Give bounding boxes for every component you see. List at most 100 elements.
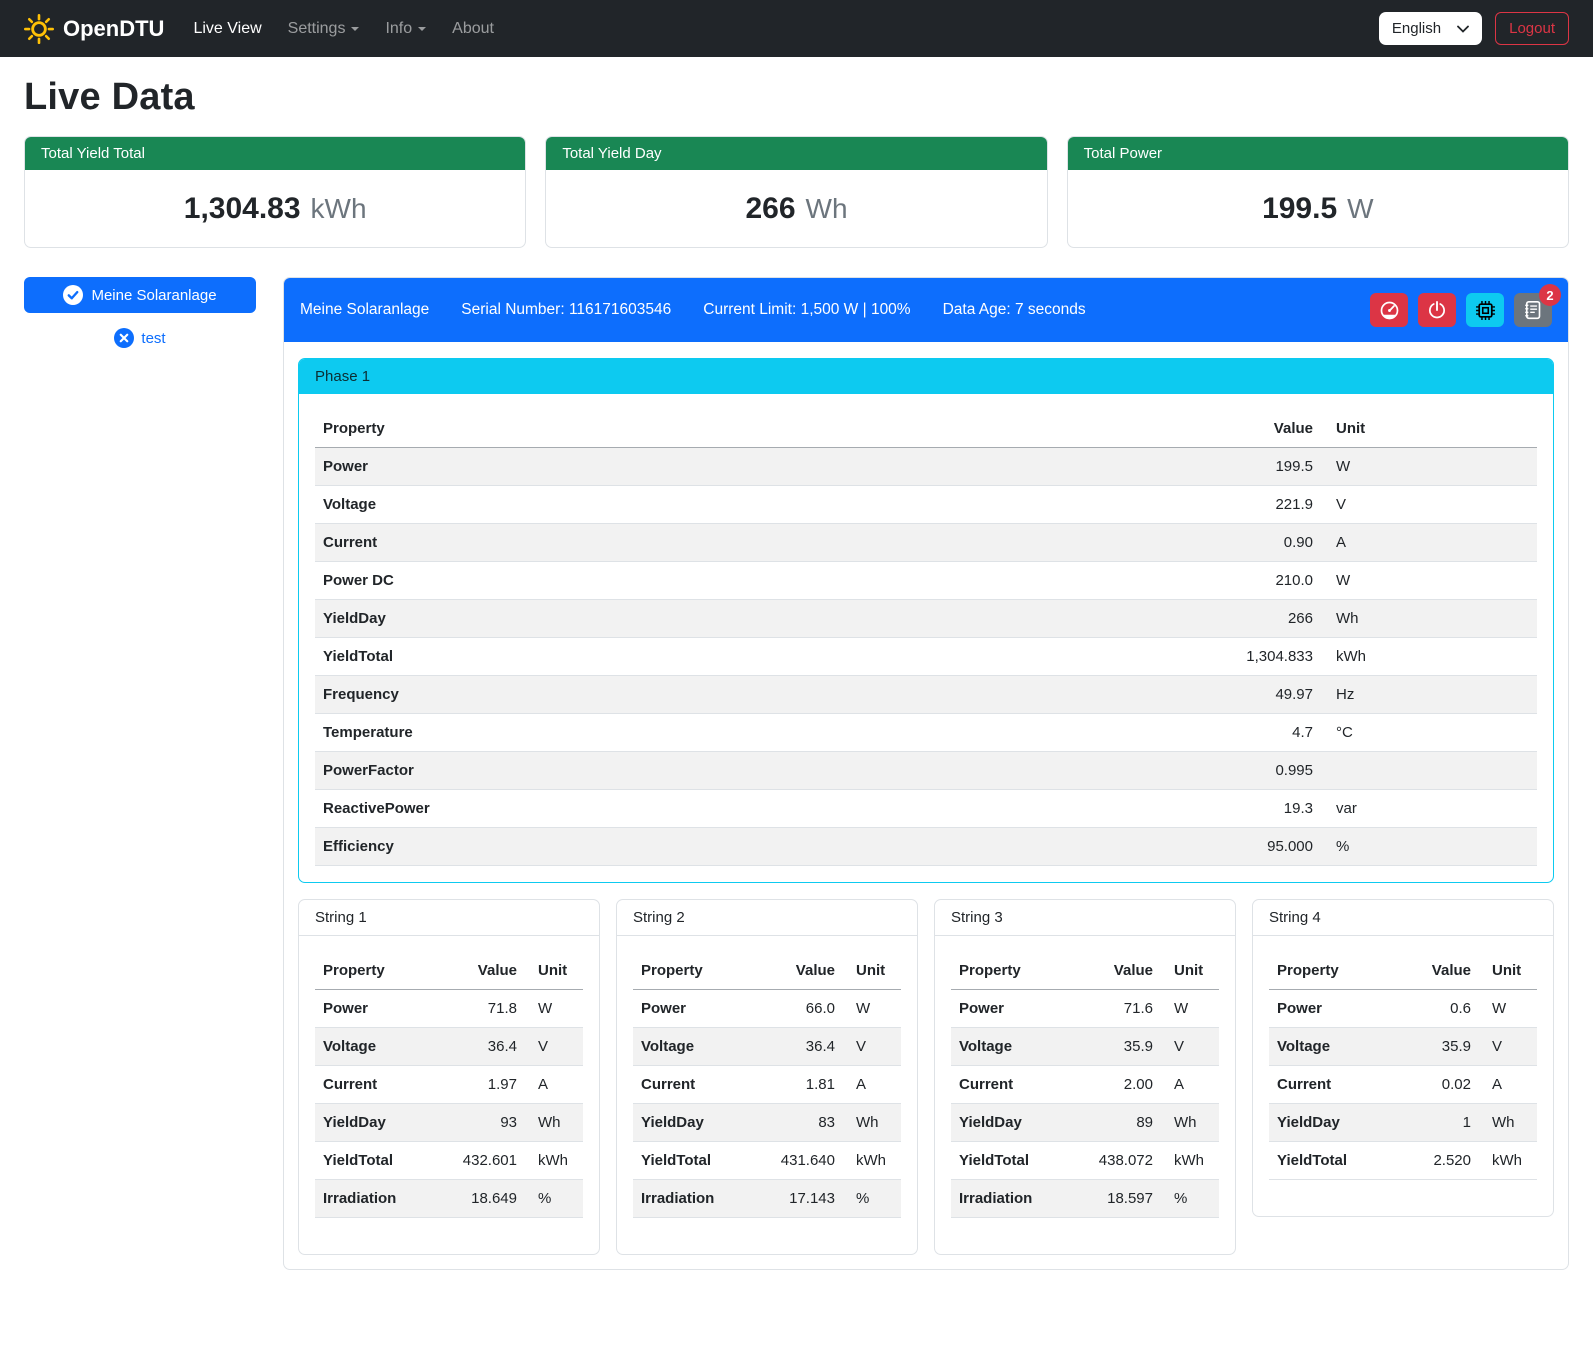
value-cell: 35.9 <box>1395 1028 1479 1066</box>
unit-cell: Wh <box>1161 1104 1219 1142</box>
unit-cell: W <box>1161 990 1219 1028</box>
value-cell: 0.995 <box>1211 752 1321 790</box>
nav-item-live-view[interactable]: Live View <box>180 12 274 46</box>
nav-item-info[interactable]: Info <box>372 12 439 46</box>
property-cell: Efficiency <box>315 828 1211 866</box>
phase-table: PropertyValueUnit Power199.5WVoltage221.… <box>315 410 1537 866</box>
power-settings-button[interactable] <box>1418 293 1456 327</box>
value-cell: 210.0 <box>1211 562 1321 600</box>
speedometer-icon <box>1379 300 1400 321</box>
limit-settings-button[interactable] <box>1370 293 1408 327</box>
unit-cell: W <box>1321 562 1537 600</box>
unit-cell: kWh <box>1321 638 1537 676</box>
property-cell: PowerFactor <box>315 752 1211 790</box>
table-row: YieldTotal2.520kWh <box>1269 1142 1537 1180</box>
inverter-item-test[interactable]: test <box>24 328 256 348</box>
value-cell: 83 <box>759 1104 843 1142</box>
card-value: 199.5 <box>1262 192 1337 226</box>
x-circle-icon <box>114 328 134 348</box>
property-cell: Current <box>951 1066 1077 1104</box>
inverter-name: Meine Solaranlage <box>300 301 429 319</box>
table-row: YieldDay93Wh <box>315 1104 583 1142</box>
property-cell: Frequency <box>315 676 1211 714</box>
table-header-row: PropertyValueUnit <box>951 952 1219 990</box>
event-log-button[interactable]: 2 <box>1514 293 1552 327</box>
unit-cell: % <box>1321 828 1537 866</box>
unit-cell: A <box>1479 1066 1537 1104</box>
column-header-property: Property <box>951 952 1077 990</box>
table-row: Power71.6W <box>951 990 1219 1028</box>
table-row: YieldTotal438.072kWh <box>951 1142 1219 1180</box>
inverter-sidebar: Meine Solaranlage test <box>24 277 256 348</box>
unit-cell: W <box>1321 448 1537 486</box>
value-cell: 66.0 <box>759 990 843 1028</box>
event-count-badge[interactable]: 2 <box>1539 284 1561 306</box>
value-cell: 1 <box>1395 1104 1479 1142</box>
unit-cell: W <box>1479 990 1537 1028</box>
property-cell: Irradiation <box>633 1180 759 1218</box>
brand[interactable]: OpenDTU <box>24 14 164 44</box>
nav-item-about[interactable]: About <box>439 12 507 46</box>
language-select[interactable]: English <box>1379 12 1482 45</box>
inverter-select-button[interactable]: Meine Solaranlage <box>24 277 256 313</box>
inverter-select-label: Meine Solaranlage <box>91 287 216 304</box>
table-row: Irradiation17.143% <box>633 1180 901 1218</box>
table-row: YieldTotal1,304.833kWh <box>315 638 1537 676</box>
property-cell: YieldTotal <box>315 638 1211 676</box>
power-icon <box>1427 300 1447 320</box>
top-navbar: OpenDTU Live View Settings Info About En… <box>0 0 1593 57</box>
column-header-value: Value <box>759 952 843 990</box>
value-cell: 18.597 <box>1077 1180 1161 1218</box>
column-header-property: Property <box>315 410 1211 448</box>
unit-cell: Wh <box>1321 600 1537 638</box>
column-header-unit: Unit <box>1321 410 1537 448</box>
unit-cell: V <box>1479 1028 1537 1066</box>
value-cell: 4.7 <box>1211 714 1321 752</box>
value-cell: 71.6 <box>1077 990 1161 1028</box>
property-cell: YieldDay <box>315 1104 441 1142</box>
value-cell: 36.4 <box>441 1028 525 1066</box>
value-cell: 93 <box>441 1104 525 1142</box>
value-cell: 35.9 <box>1077 1028 1161 1066</box>
device-info-button[interactable] <box>1466 293 1504 327</box>
nav-item-settings[interactable]: Settings <box>275 12 373 46</box>
table-row: Power71.8W <box>315 990 583 1028</box>
table-row: Voltage221.9V <box>315 486 1537 524</box>
value-cell: 1,304.833 <box>1211 638 1321 676</box>
property-cell: Power <box>315 448 1211 486</box>
unit-cell: kWh <box>1479 1142 1537 1180</box>
string-title: String 3 <box>935 900 1235 936</box>
value-cell: 431.640 <box>759 1142 843 1180</box>
table-row: Current0.90A <box>315 524 1537 562</box>
table-header-row: PropertyValueUnit <box>1269 952 1537 990</box>
column-header-value: Value <box>1077 952 1161 990</box>
chevron-down-icon <box>1457 25 1469 33</box>
property-cell: Current <box>315 524 1211 562</box>
value-cell: 18.649 <box>441 1180 525 1218</box>
card-title: Total Yield Total <box>25 137 525 170</box>
value-cell: 2.520 <box>1395 1142 1479 1180</box>
table-row: Current1.97A <box>315 1066 583 1104</box>
column-header-value: Value <box>441 952 525 990</box>
property-cell: Irradiation <box>951 1180 1077 1218</box>
string-card: String 4 PropertyValueUnit Power0.6WVolt… <box>1252 899 1554 1217</box>
property-cell: Voltage <box>315 486 1211 524</box>
phase-1-panel: Phase 1 PropertyValueUnit Power199.5WVol… <box>298 358 1554 883</box>
string-card: String 3 PropertyValueUnit Power71.6WVol… <box>934 899 1236 1255</box>
unit-cell: W <box>525 990 583 1028</box>
value-cell: 71.8 <box>441 990 525 1028</box>
table-row: Voltage35.9V <box>951 1028 1219 1066</box>
sun-icon <box>24 14 54 44</box>
table-row: Temperature4.7°C <box>315 714 1537 752</box>
property-cell: Temperature <box>315 714 1211 752</box>
navbar-right: English Logout <box>1379 12 1569 45</box>
property-cell: Irradiation <box>315 1180 441 1218</box>
logout-button[interactable]: Logout <box>1495 12 1569 45</box>
unit-cell: V <box>843 1028 901 1066</box>
property-cell: YieldDay <box>315 600 1211 638</box>
journal-text-icon <box>1523 300 1543 320</box>
column-header-unit: Unit <box>1161 952 1219 990</box>
page-title: Live Data <box>24 76 1569 119</box>
value-cell: 0.6 <box>1395 990 1479 1028</box>
unit-cell: var <box>1321 790 1537 828</box>
